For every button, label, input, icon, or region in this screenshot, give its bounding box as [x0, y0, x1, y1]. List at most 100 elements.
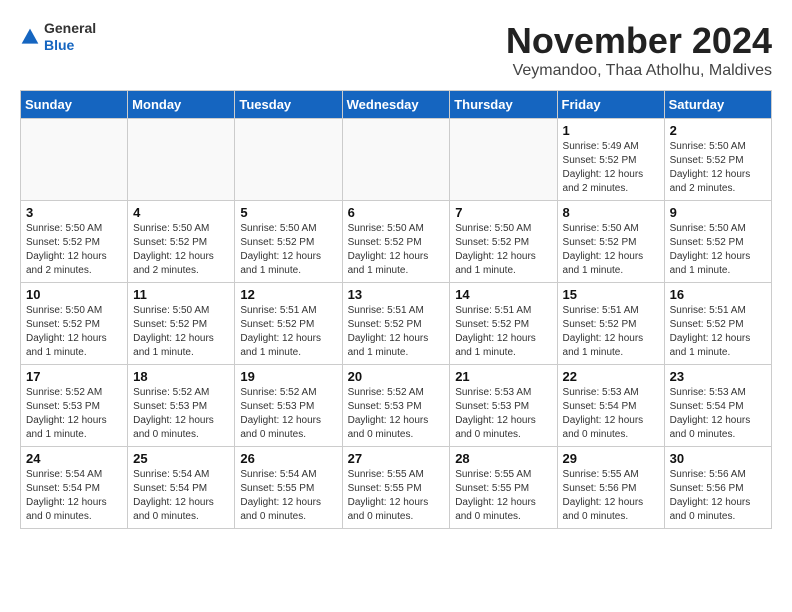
calendar-day-cell: 19 Sunrise: 5:52 AM Sunset: 5:53 PM Dayli… [235, 365, 342, 447]
weekday-header: Wednesday [342, 91, 450, 119]
weekday-header: Sunday [21, 91, 128, 119]
day-number: 10 [26, 287, 122, 302]
day-number: 16 [670, 287, 766, 302]
weekday-header: Saturday [664, 91, 771, 119]
day-info: Sunrise: 5:55 AM Sunset: 5:55 PM Dayligh… [455, 468, 551, 524]
calendar-day-cell: 9 Sunrise: 5:50 AM Sunset: 5:52 PM Daylig… [664, 201, 771, 283]
day-number: 14 [455, 287, 551, 302]
calendar-day-cell: 1 Sunrise: 5:49 AM Sunset: 5:52 PM Daylig… [557, 119, 664, 201]
day-info: Sunrise: 5:50 AM Sunset: 5:52 PM Dayligh… [670, 140, 766, 196]
month-title: November 2024 [506, 20, 772, 62]
calendar-day-cell: 20 Sunrise: 5:52 AM Sunset: 5:53 PM Dayli… [342, 365, 450, 447]
weekday-header: Tuesday [235, 91, 342, 119]
logo-general: General [44, 20, 96, 36]
day-number: 3 [26, 205, 122, 220]
page-header: General Blue November 2024 Veymandoo, Th… [20, 20, 772, 80]
day-number: 27 [348, 451, 445, 466]
calendar-day-cell: 11 Sunrise: 5:50 AM Sunset: 5:52 PM Dayli… [128, 283, 235, 365]
calendar-day-cell: 22 Sunrise: 5:53 AM Sunset: 5:54 PM Dayli… [557, 365, 664, 447]
day-number: 9 [670, 205, 766, 220]
calendar-day-cell: 17 Sunrise: 5:52 AM Sunset: 5:53 PM Dayli… [21, 365, 128, 447]
day-number: 7 [455, 205, 551, 220]
day-number: 8 [563, 205, 659, 220]
weekday-header: Monday [128, 91, 235, 119]
day-number: 1 [563, 123, 659, 138]
day-number: 20 [348, 369, 445, 384]
location-subtitle: Veymandoo, Thaa Atholhu, Maldives [506, 62, 772, 80]
day-number: 22 [563, 369, 659, 384]
day-number: 24 [26, 451, 122, 466]
day-info: Sunrise: 5:54 AM Sunset: 5:54 PM Dayligh… [26, 468, 122, 524]
day-info: Sunrise: 5:50 AM Sunset: 5:52 PM Dayligh… [26, 304, 122, 360]
weekday-header: Friday [557, 91, 664, 119]
calendar-week-row: 3 Sunrise: 5:50 AM Sunset: 5:52 PM Daylig… [21, 201, 772, 283]
day-number: 12 [240, 287, 336, 302]
day-info: Sunrise: 5:50 AM Sunset: 5:52 PM Dayligh… [348, 222, 445, 278]
calendar-day-cell [342, 119, 450, 201]
day-info: Sunrise: 5:50 AM Sunset: 5:52 PM Dayligh… [26, 222, 122, 278]
calendar-day-cell: 21Sunrise: 5:53 AM Sunset: 5:53 PM Dayli… [450, 365, 557, 447]
day-number: 30 [670, 451, 766, 466]
day-info: Sunrise: 5:53 AM Sunset: 5:54 PM Dayligh… [563, 386, 659, 442]
day-info: Sunrise: 5:50 AM Sunset: 5:52 PM Dayligh… [670, 222, 766, 278]
calendar-day-cell: 24 Sunrise: 5:54 AM Sunset: 5:54 PM Dayli… [21, 447, 128, 529]
calendar-day-cell: 12 Sunrise: 5:51 AM Sunset: 5:52 PM Dayli… [235, 283, 342, 365]
calendar-day-cell: 14Sunrise: 5:51 AM Sunset: 5:52 PM Dayli… [450, 283, 557, 365]
calendar-day-cell: 29Sunrise: 5:55 AM Sunset: 5:56 PM Dayli… [557, 447, 664, 529]
calendar-day-cell: 8 Sunrise: 5:50 AM Sunset: 5:52 PM Daylig… [557, 201, 664, 283]
calendar-day-cell: 30Sunrise: 5:56 AM Sunset: 5:56 PM Dayli… [664, 447, 771, 529]
calendar-week-row: 10 Sunrise: 5:50 AM Sunset: 5:52 PM Dayli… [21, 283, 772, 365]
calendar-day-cell: 10 Sunrise: 5:50 AM Sunset: 5:52 PM Dayli… [21, 283, 128, 365]
day-number: 17 [26, 369, 122, 384]
calendar-day-cell [235, 119, 342, 201]
day-number: 11 [133, 287, 229, 302]
day-number: 26 [240, 451, 336, 466]
calendar-week-row: 1 Sunrise: 5:49 AM Sunset: 5:52 PM Daylig… [21, 119, 772, 201]
day-info: Sunrise: 5:51 AM Sunset: 5:52 PM Dayligh… [240, 304, 336, 360]
day-info: Sunrise: 5:55 AM Sunset: 5:56 PM Dayligh… [563, 468, 659, 524]
weekday-header: Thursday [450, 91, 557, 119]
calendar-day-cell: 16Sunrise: 5:51 AM Sunset: 5:52 PM Dayli… [664, 283, 771, 365]
calendar-day-cell: 6Sunrise: 5:50 AM Sunset: 5:52 PM Daylig… [342, 201, 450, 283]
calendar-day-cell: 15Sunrise: 5:51 AM Sunset: 5:52 PM Dayli… [557, 283, 664, 365]
logo: General Blue [20, 20, 96, 54]
day-info: Sunrise: 5:52 AM Sunset: 5:53 PM Dayligh… [26, 386, 122, 442]
day-info: Sunrise: 5:54 AM Sunset: 5:54 PM Dayligh… [133, 468, 229, 524]
calendar-day-cell: 13Sunrise: 5:51 AM Sunset: 5:52 PM Dayli… [342, 283, 450, 365]
day-number: 28 [455, 451, 551, 466]
day-number: 18 [133, 369, 229, 384]
calendar-day-cell: 18Sunrise: 5:52 AM Sunset: 5:53 PM Dayli… [128, 365, 235, 447]
day-info: Sunrise: 5:50 AM Sunset: 5:52 PM Dayligh… [563, 222, 659, 278]
calendar-week-row: 24 Sunrise: 5:54 AM Sunset: 5:54 PM Dayli… [21, 447, 772, 529]
day-number: 4 [133, 205, 229, 220]
day-info: Sunrise: 5:52 AM Sunset: 5:53 PM Dayligh… [348, 386, 445, 442]
calendar-day-cell [21, 119, 128, 201]
calendar-day-cell: 28 Sunrise: 5:55 AM Sunset: 5:55 PM Dayli… [450, 447, 557, 529]
calendar-week-row: 17 Sunrise: 5:52 AM Sunset: 5:53 PM Dayli… [21, 365, 772, 447]
day-info: Sunrise: 5:50 AM Sunset: 5:52 PM Dayligh… [133, 222, 229, 278]
calendar-day-cell: 3 Sunrise: 5:50 AM Sunset: 5:52 PM Daylig… [21, 201, 128, 283]
day-info: Sunrise: 5:50 AM Sunset: 5:52 PM Dayligh… [133, 304, 229, 360]
calendar-day-cell [128, 119, 235, 201]
title-section: November 2024 Veymandoo, Thaa Atholhu, M… [506, 20, 772, 80]
day-number: 23 [670, 369, 766, 384]
calendar-day-cell: 7Sunrise: 5:50 AM Sunset: 5:52 PM Daylig… [450, 201, 557, 283]
day-info: Sunrise: 5:55 AM Sunset: 5:55 PM Dayligh… [348, 468, 445, 524]
day-info: Sunrise: 5:51 AM Sunset: 5:52 PM Dayligh… [348, 304, 445, 360]
day-info: Sunrise: 5:53 AM Sunset: 5:54 PM Dayligh… [670, 386, 766, 442]
day-info: Sunrise: 5:53 AM Sunset: 5:53 PM Dayligh… [455, 386, 551, 442]
day-info: Sunrise: 5:51 AM Sunset: 5:52 PM Dayligh… [563, 304, 659, 360]
day-number: 19 [240, 369, 336, 384]
logo-text: General Blue [44, 20, 96, 54]
calendar-day-cell: 25 Sunrise: 5:54 AM Sunset: 5:54 PM Dayli… [128, 447, 235, 529]
day-info: Sunrise: 5:49 AM Sunset: 5:52 PM Dayligh… [563, 140, 659, 196]
calendar-day-cell: 27 Sunrise: 5:55 AM Sunset: 5:55 PM Dayli… [342, 447, 450, 529]
calendar-day-cell: 5Sunrise: 5:50 AM Sunset: 5:52 PM Daylig… [235, 201, 342, 283]
calendar-table: SundayMondayTuesdayWednesdayThursdayFrid… [20, 90, 772, 529]
day-number: 25 [133, 451, 229, 466]
day-info: Sunrise: 5:52 AM Sunset: 5:53 PM Dayligh… [240, 386, 336, 442]
calendar-day-cell: 2Sunrise: 5:50 AM Sunset: 5:52 PM Daylig… [664, 119, 771, 201]
day-info: Sunrise: 5:54 AM Sunset: 5:55 PM Dayligh… [240, 468, 336, 524]
day-number: 5 [240, 205, 336, 220]
calendar-day-cell [450, 119, 557, 201]
